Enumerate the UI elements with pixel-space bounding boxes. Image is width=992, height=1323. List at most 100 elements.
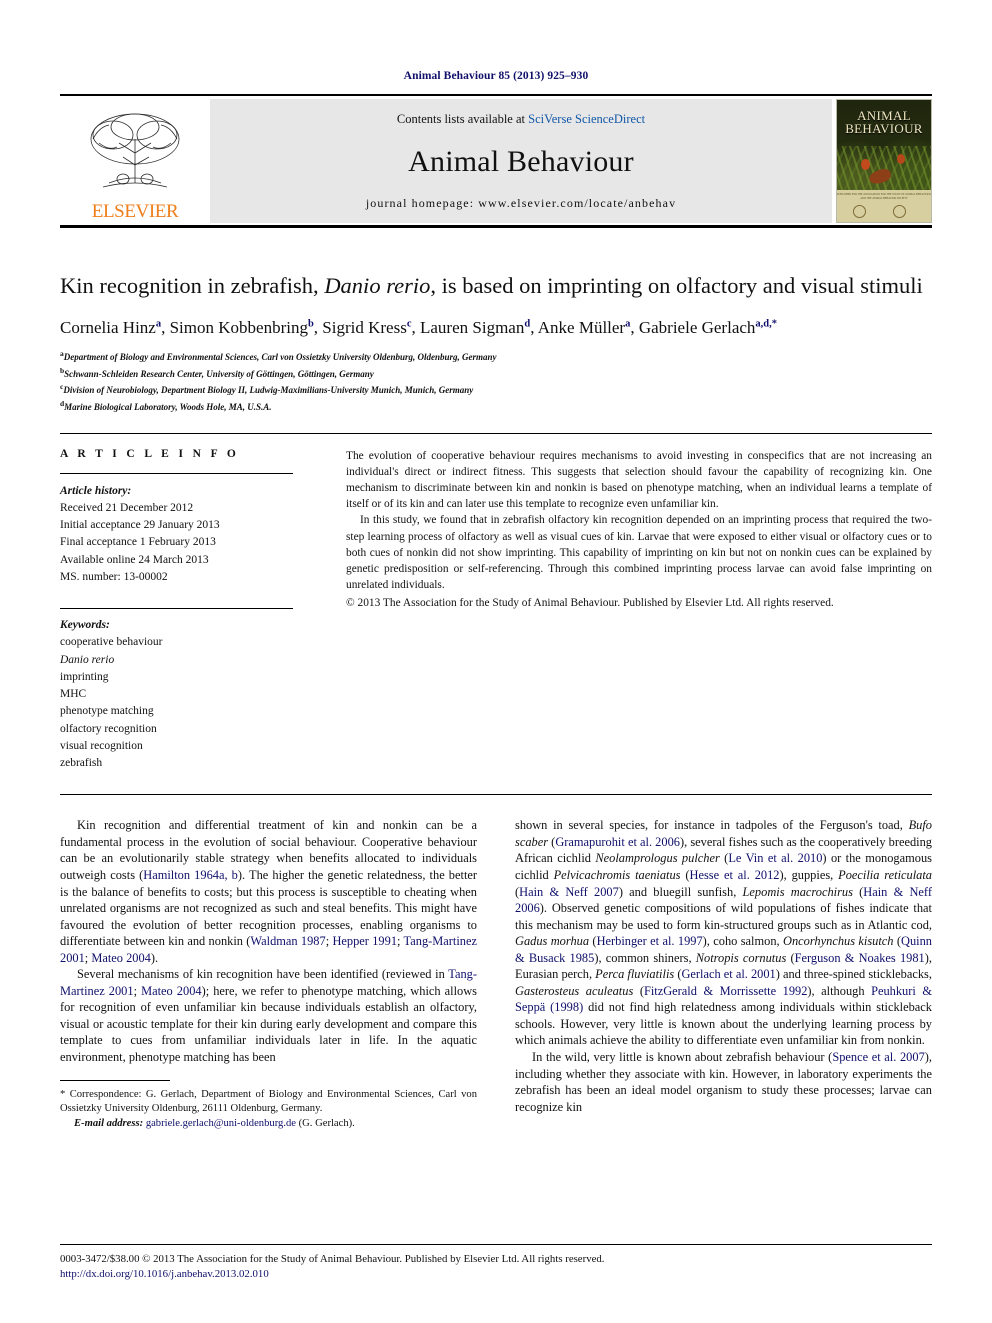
issn-copyright-line: 0003-3472/$38.00 © 2013 The Association …: [60, 1252, 605, 1265]
text-run: ), guppies,: [779, 867, 839, 882]
author: Simon Kobbenbringb,: [170, 318, 323, 337]
sciencedirect-link[interactable]: SciVerse ScienceDirect: [528, 112, 645, 126]
citation-link[interactable]: Spence et al. 2007: [832, 1050, 924, 1064]
title-part2: , is based on imprinting on olfactory an…: [430, 273, 923, 298]
email-link[interactable]: gabriele.gerlach@uni-oldenburg.de: [146, 1118, 296, 1129]
keyword: cooperative behaviour: [60, 636, 163, 649]
info-divider: [60, 472, 293, 474]
species-name: Gasterosteus aculeatus: [515, 983, 634, 998]
history-item: Available online 24 March 2013: [60, 553, 209, 566]
author: Anke Müllera,: [538, 318, 639, 337]
citation-link[interactable]: Hesse et al. 2012: [690, 868, 780, 882]
footnote-separator: [60, 1079, 170, 1081]
author-name: Gabriele Gerlach: [638, 317, 756, 337]
citation-link[interactable]: Ferguson & Noakes 1981: [795, 951, 925, 965]
keyword-italic: Danio rerio: [60, 653, 115, 666]
article-history-label: Article history:: [60, 484, 132, 497]
footer-divider: [60, 1243, 932, 1245]
left-column: Kin recognition and differential treatme…: [60, 817, 477, 1132]
author-name: Anke Müller: [537, 317, 626, 337]
species-name: Oncorhynchus kisutch: [783, 934, 894, 949]
cover-title-line1: ANIMAL: [857, 108, 911, 123]
cover-title: ANIMAL BEHAVIOUR: [837, 109, 931, 136]
journal-masthead: ELSEVIER Contents lists available at Sci…: [60, 99, 932, 223]
keyword: phenotype matching: [60, 705, 154, 718]
citation-link[interactable]: Hamilton 1964a, b: [143, 868, 238, 882]
text-run: ) and bluegill sunfish,: [618, 884, 743, 899]
species-name: Neolamprologus pulcher: [595, 851, 720, 866]
author-affil-marker: a,d,*: [755, 318, 778, 330]
article-history: Article history: Received 21 December 20…: [60, 483, 324, 587]
page-footer: 0003-3472/$38.00 © 2013 The Association …: [60, 1243, 932, 1283]
species-name: Pelvicachromis taeniatus: [553, 867, 681, 882]
keyword: zebrafish: [60, 757, 103, 770]
keywords-list: Keywords: cooperative behaviour Danio re…: [60, 617, 324, 772]
body-paragraph: shown in several species, for instance i…: [515, 817, 932, 1049]
paper-title: Kin recognition in zebrafish, Danio reri…: [60, 272, 932, 301]
text-run: (: [680, 867, 690, 882]
title-part1: Kin recognition in zebrafish,: [60, 273, 325, 298]
affiliation: bSchwann-Schleiden Research Center, Univ…: [60, 365, 932, 382]
running-head: Animal Behaviour 85 (2013) 925–930: [403, 70, 589, 82]
contents-available-line: Contents lists available at SciVerse Sci…: [397, 112, 645, 127]
affiliation-text: Schwann-Schleiden Research Center, Unive…: [64, 368, 374, 379]
body-paragraph: In the wild, very little is known about …: [515, 1049, 932, 1115]
text-run: ), coho salmon,: [702, 934, 783, 949]
text-run: (: [786, 950, 795, 965]
article-info-column: A R T I C L E I N F O Article history: R…: [60, 448, 342, 773]
abstract-paragraph: In this study, we found that in zebrafis…: [346, 514, 932, 592]
citation-link[interactable]: Hepper 1991: [332, 934, 397, 948]
journal-cover-thumbnail: ANIMAL BEHAVIOUR PUBLISHED FOR THE ASSOC…: [836, 99, 932, 223]
citation-link[interactable]: Mateo 2004: [141, 984, 202, 998]
email-suffix: (G. Gerlach).: [295, 1118, 355, 1130]
text-run: Several mechanisms of kin recognition ha…: [77, 967, 449, 982]
society-seal-icon: [893, 205, 906, 218]
citation-link[interactable]: Gerlach et al. 2001: [681, 967, 775, 981]
species-name: Perca fluviatilis: [595, 967, 675, 982]
text-run: ). Observed genetic compositions of wild…: [515, 901, 932, 932]
keyword: olfactory recognition: [60, 722, 157, 735]
email-line: E-mail address: gabriele.gerlach@uni-old…: [60, 1117, 477, 1132]
citation-link[interactable]: Le Vin et al. 2010: [728, 851, 822, 865]
citation-link[interactable]: Gramapurohit et al. 2006: [555, 835, 680, 849]
masthead-banner: Contents lists available at SciVerse Sci…: [210, 99, 832, 223]
article-info-heading: A R T I C L E I N F O: [60, 447, 240, 460]
keywords-divider: [60, 608, 293, 610]
abstract-divider: [60, 794, 932, 796]
text-run: (: [852, 884, 864, 899]
right-column: shown in several species, for instance i…: [515, 817, 932, 1132]
text-run: shown in several species, for instance i…: [515, 818, 909, 833]
author-name: Lauren Sigman: [420, 317, 525, 337]
citation-link[interactable]: Herbinger et al. 1997: [597, 934, 703, 948]
journal-homepage-link[interactable]: journal homepage: www.elsevier.com/locat…: [366, 196, 676, 211]
author-sep: ,: [630, 317, 639, 337]
abstract-column: The evolution of cooperative behaviour r…: [342, 448, 932, 773]
doi-link[interactable]: http://dx.doi.org/10.1016/j.anbehav.2013…: [60, 1267, 932, 1283]
elsevier-tree-icon: [90, 113, 180, 188]
text-run: (: [893, 934, 902, 949]
correspondence-text: Correspondence: G. Gerlach, Department o…: [60, 1088, 477, 1115]
title-divider: [60, 432, 932, 434]
species-name: Poecilia reticulata: [838, 867, 932, 882]
author-sep: ,: [161, 317, 170, 337]
affiliation: aDepartment of Biology and Environmental…: [60, 348, 932, 365]
keyword: imprinting: [60, 670, 109, 683]
author-list: Cornelia Hinza, Simon Kobbenbringb, Sigr…: [60, 317, 932, 339]
contents-prefix: Contents lists available at: [396, 112, 529, 126]
citation-link[interactable]: Mateo 2004: [91, 951, 151, 965]
author-sep: ,: [411, 317, 420, 337]
author-name: Simon Kobbenbring: [169, 317, 308, 337]
title-species: Danio rerio: [324, 273, 431, 298]
keyword: visual recognition: [60, 739, 143, 752]
title-block: Kin recognition in zebrafish, Danio reri…: [60, 272, 932, 415]
citation-link[interactable]: Hain & Neff 2007: [519, 885, 619, 899]
citation-link[interactable]: Waldman 1987: [250, 934, 325, 948]
citation-link[interactable]: FitzGerald & Morrissette 1992: [644, 984, 807, 998]
text-run: ), although: [807, 983, 872, 998]
species-name: Lepomis macrochirus: [742, 884, 853, 899]
body-paragraph: Several mechanisms of kin recognition ha…: [60, 966, 477, 1065]
text-run: (: [633, 983, 644, 998]
author-name: Sigrid Kress: [322, 317, 407, 337]
author: Gabriele Gerlacha,d,*: [639, 318, 777, 337]
correspondence-footnote: * Correspondence: G. Gerlach, Department…: [60, 1088, 477, 1132]
